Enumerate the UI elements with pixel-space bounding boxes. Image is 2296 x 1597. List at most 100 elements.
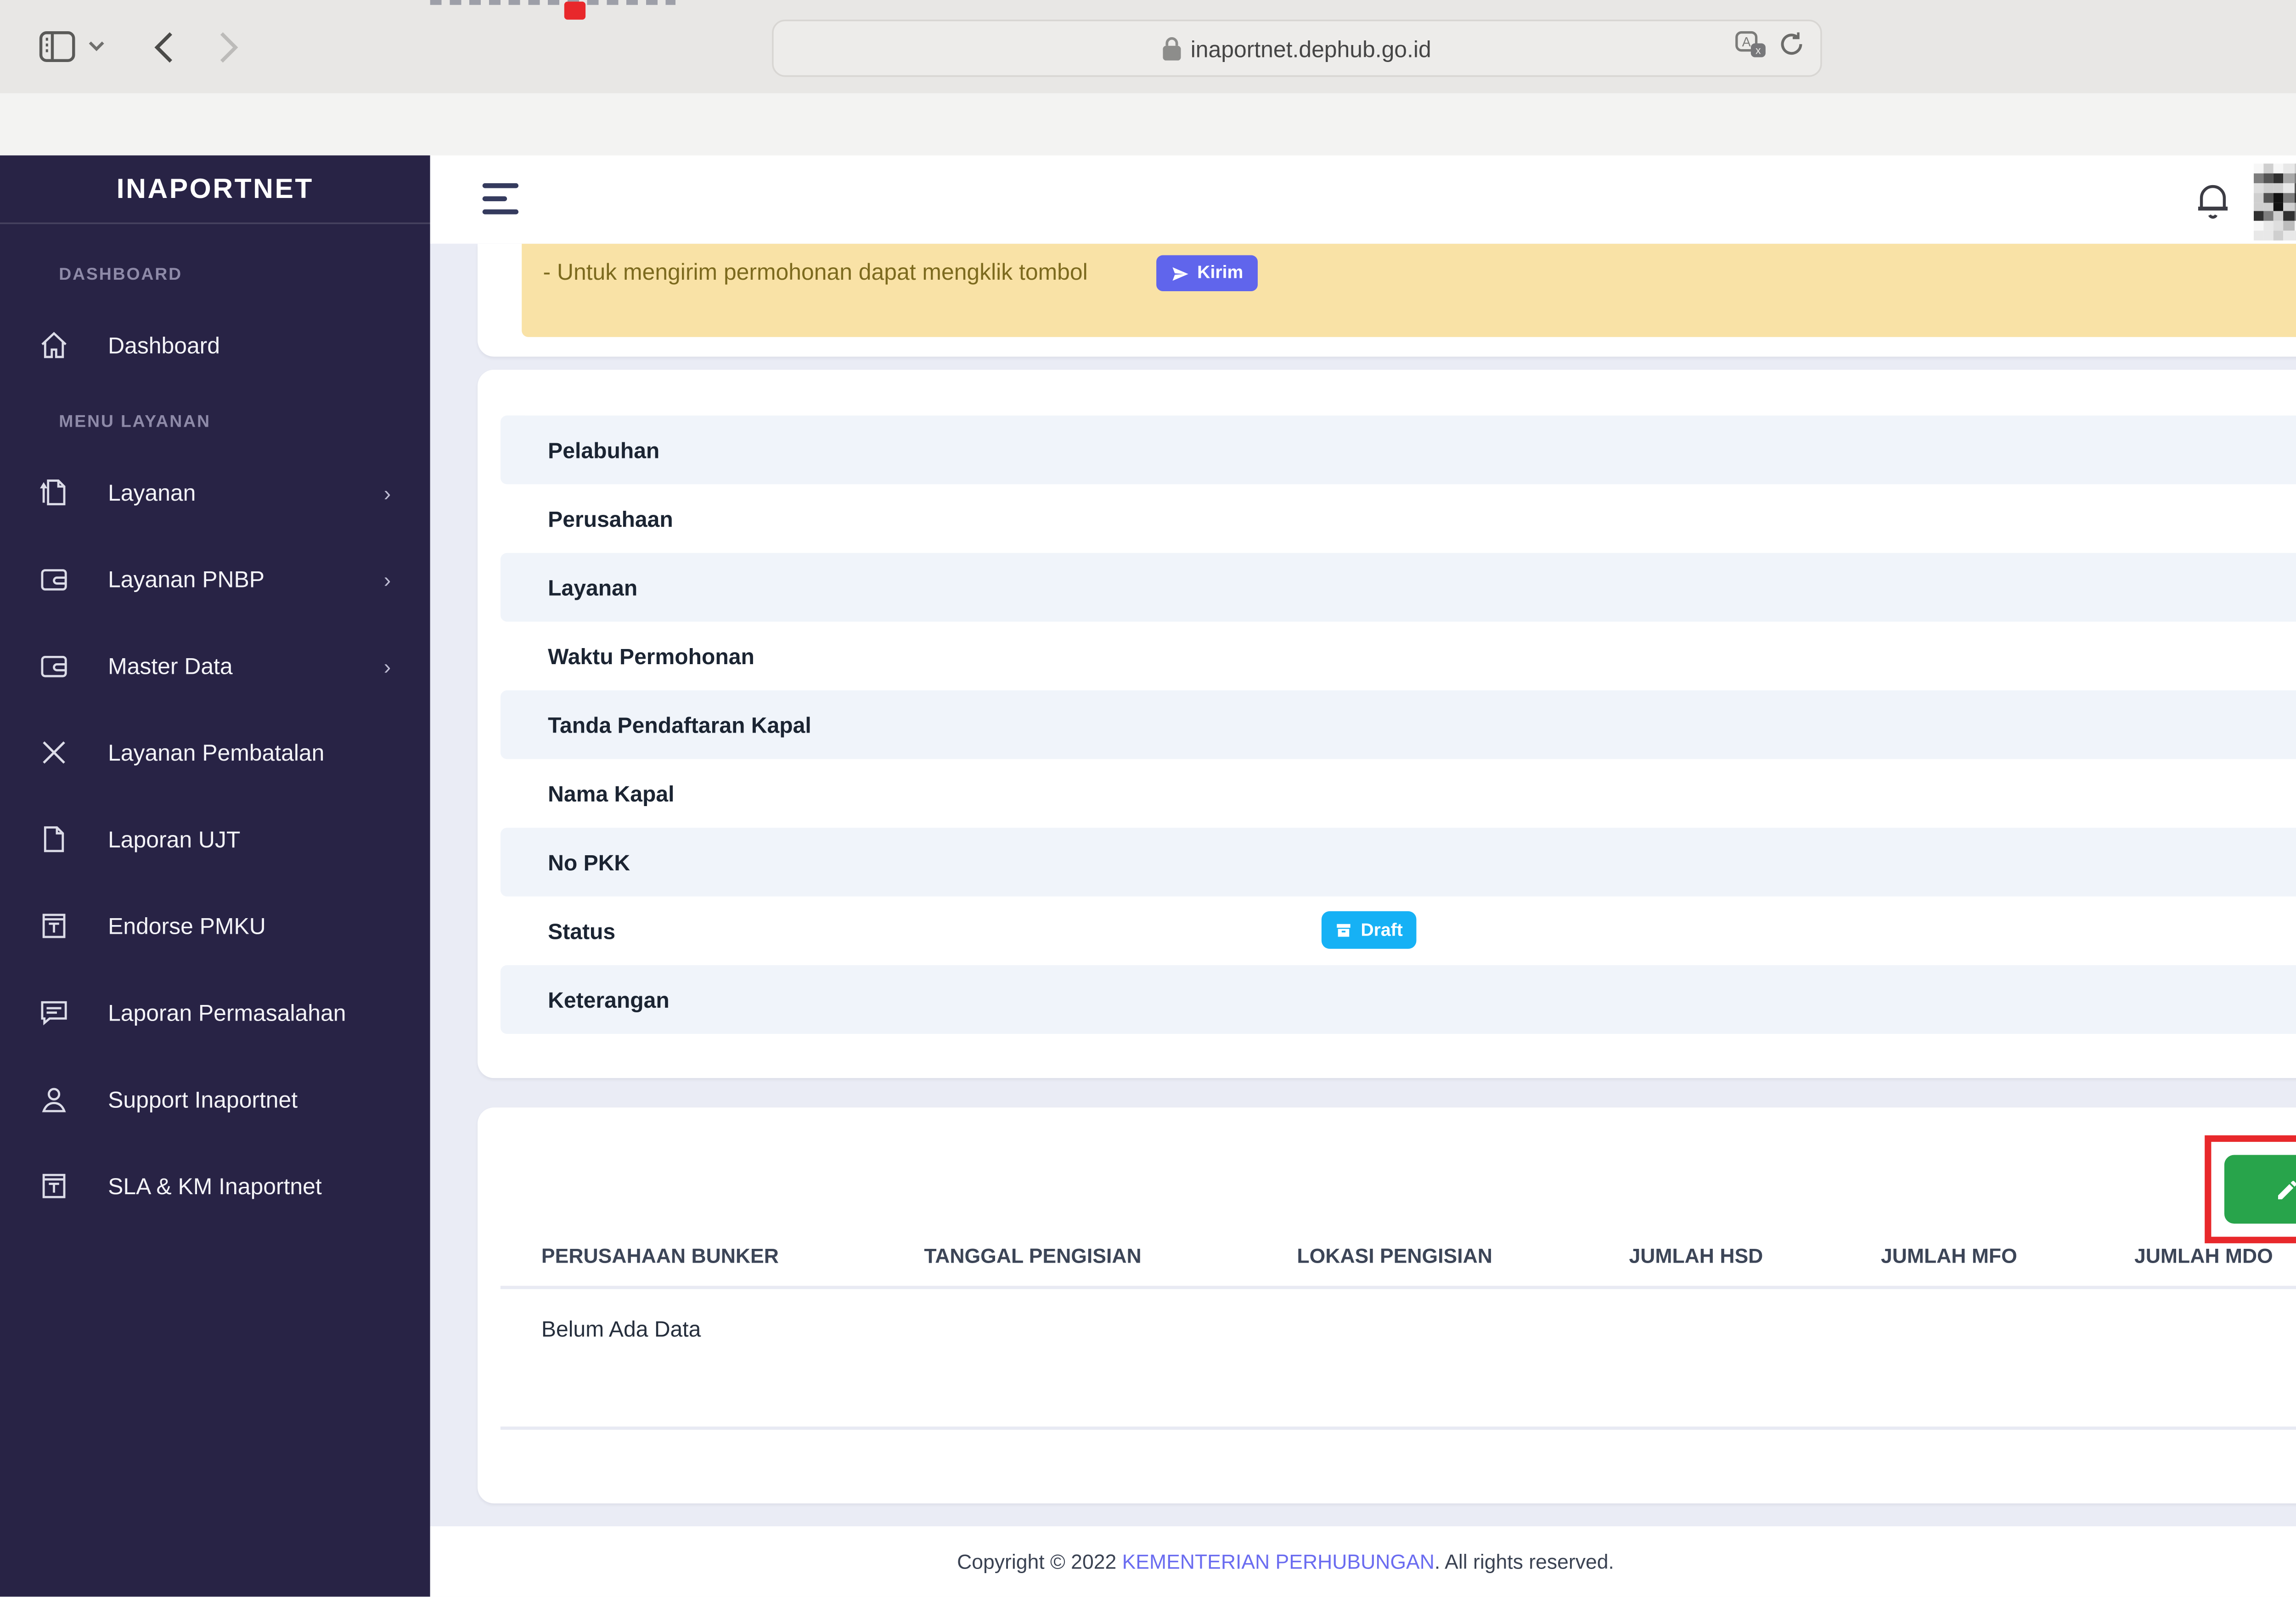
detail-row-nama-kapal: Nama Kapal	[501, 759, 2296, 828]
status-badge-label: Draft	[1361, 920, 1403, 940]
kirim-button-label: Kirim	[1197, 263, 1244, 283]
detail-label: Perusahaan	[548, 506, 673, 531]
pencil-icon	[2277, 1180, 2296, 1199]
detail-row-no-pkk: No PKK	[500, 828, 2296, 897]
lock-icon	[1163, 37, 1181, 61]
sidebar-toggle-chevron[interactable]	[87, 36, 107, 56]
detail-row-status: Status Draft	[501, 897, 2296, 965]
url-text: inaportnet.dephub.go.id	[1190, 35, 1431, 62]
detail-label: Pelabuhan	[548, 437, 660, 463]
sidebar-item-label: Layanan Pembatalan	[108, 739, 325, 766]
table-divider	[500, 1426, 2296, 1429]
svg-text:A: A	[1742, 34, 1751, 49]
sidebar-toggle-button[interactable]	[36, 24, 79, 67]
sidebar-item-label: Laporan Permasalahan	[108, 999, 346, 1026]
paper-plane-icon	[1172, 266, 1188, 280]
sidebar-item-label: Dashboard	[108, 332, 220, 359]
detail-row-layanan: Layanan	[500, 553, 2296, 622]
sidebar-item-layanan-pnbp[interactable]: Layanan PNBP ›	[17, 547, 414, 612]
sidebar-item-sla-km-inaportnet[interactable]: SLA & KM Inaportnet	[17, 1153, 414, 1219]
status-badge: Draft	[1321, 911, 1416, 949]
menu-toggle-button[interactable]	[482, 183, 519, 216]
detail-label: Status	[548, 918, 616, 943]
sidebar-item-label: Master Data	[108, 653, 233, 679]
info-alert: - Untuk mengirim permohonan dapat mengkl…	[522, 243, 2296, 337]
detail-row-waktu-permohonan: Waktu Permohonan	[501, 621, 2296, 690]
alert-text: - Untuk mengirim permohonan dapat mengkl…	[543, 258, 1088, 285]
svg-text:x: x	[1756, 44, 1761, 56]
doc-pencil-icon	[39, 478, 68, 507]
translate-icon[interactable]: A x	[1735, 30, 1767, 66]
notice-card: - Untuk mengirim permohonan dapat mengkl…	[478, 243, 2296, 357]
home-icon	[39, 330, 68, 360]
user-icon	[39, 1084, 68, 1114]
sidebar-item-dashboard[interactable]: Dashboard	[17, 312, 414, 378]
file-icon	[39, 824, 68, 854]
sidebar-item-laporan-ujt[interactable]: Laporan UJT	[17, 807, 414, 872]
bunker-button[interactable]: BUNKER	[2224, 1155, 2296, 1224]
wallet-icon	[39, 651, 68, 681]
column-header-tanggal-pengisian: TANGGAL PENGISIAN	[924, 1245, 1142, 1268]
address-bar[interactable]: inaportnet.dephub.go.id A x	[772, 19, 1822, 77]
sidebar-item-label: Support Inaportnet	[108, 1086, 298, 1112]
sidebar-item-label: Layanan	[108, 479, 196, 506]
page-header	[430, 155, 2296, 244]
chevron-down-icon	[89, 40, 104, 51]
sidebar-item-label: Endorse PMKU	[108, 913, 266, 939]
bell-icon	[2198, 185, 2228, 219]
page-footer: Copyright © 2022 KEMENTERIAN PERHUBUNGAN…	[430, 1526, 2296, 1597]
archive-box-icon	[1337, 924, 1351, 937]
chevron-right-icon: ›	[383, 567, 391, 592]
forward-chevron-icon	[220, 32, 238, 63]
reload-icon[interactable]	[1779, 31, 1804, 66]
sidebar-item-master-data[interactable]: Master Data ›	[17, 633, 414, 698]
chevron-right-icon: ›	[383, 653, 391, 678]
detail-label: Layanan	[548, 575, 638, 600]
detail-label: Tanda Pendaftaran Kapal	[548, 712, 811, 737]
app-logo: INAPORTNET	[116, 172, 314, 204]
clipped-window-title-fragment	[430, 0, 675, 5]
column-header-perusahaan-bunker: PERUSAHAAN BUNKER	[541, 1245, 779, 1268]
sidebar-item-support-inaportnet[interactable]: Support Inaportnet	[17, 1067, 414, 1132]
detail-label: Waktu Permohonan	[548, 643, 754, 668]
main-content: - Untuk mengirim permohonan dapat mengkl…	[430, 243, 2296, 1527]
close-icon	[39, 738, 68, 767]
sidebar-section-label: MENU LAYANAN	[59, 412, 211, 432]
sidebar-section-label: DASHBOARD	[59, 265, 182, 285]
kementerian-link[interactable]: KEMENTERIAN PERHUBUNGAN	[1122, 1550, 1435, 1573]
sidebar-item-label: SLA & KM Inaportnet	[108, 1173, 322, 1199]
box-icon	[39, 911, 68, 941]
sidebar-item-layanan[interactable]: Layanan ›	[17, 460, 414, 525]
wallet-icon	[39, 564, 68, 594]
sidebar-item-label: Layanan PNBP	[108, 566, 265, 593]
empty-table-text: Belum Ada Data	[541, 1317, 701, 1342]
detail-label: Keterangan	[548, 987, 670, 1012]
column-header-jumlah-mdo: JUMLAH MDO	[2134, 1245, 2273, 1268]
notifications-button[interactable]	[2196, 181, 2229, 220]
forward-button[interactable]	[213, 28, 245, 67]
sidebar-item-label: Laporan UJT	[108, 826, 241, 852]
chat-icon	[39, 998, 68, 1027]
detail-label: Nama Kapal	[548, 781, 675, 806]
redacted-username-mosaic	[2254, 164, 2296, 241]
back-button[interactable]	[147, 28, 180, 67]
sidebar-toggle-icon	[39, 30, 75, 62]
sidebar-item-laporan-permasalahan[interactable]: Laporan Permasalahan	[17, 980, 414, 1045]
column-header-lokasi-pengisian: LOKASI PENGISIAN	[1297, 1245, 1492, 1268]
sidebar-item-endorse-pmku[interactable]: Endorse PMKU	[17, 893, 414, 959]
window-strip	[0, 93, 2296, 156]
back-chevron-icon	[154, 32, 172, 63]
column-header-jumlah-hsd: JUMLAH HSD	[1629, 1245, 1763, 1268]
sidebar-item-layanan-pembatalan[interactable]: Layanan Pembatalan	[17, 720, 414, 785]
detail-card: Pelabuhan Perusahaan Layanan Waktu Permohon…	[478, 369, 2296, 1078]
recording-indicator-fragment	[564, 1, 586, 20]
kirim-button[interactable]: Kirim	[1156, 255, 1258, 291]
detail-row-pelabuhan: Pelabuhan	[500, 415, 2296, 485]
column-header-jumlah-mfo: JUMLAH MFO	[1880, 1245, 2017, 1268]
detail-row-tanda-pendaftaran-kapal: Tanda Pendaftaran Kapal	[500, 690, 2296, 759]
chevron-right-icon: ›	[383, 480, 391, 505]
sidebar-divider	[0, 222, 430, 224]
detail-row-keterangan: Keterangan	[500, 965, 2296, 1034]
box-icon	[39, 1171, 68, 1201]
bunker-card: BUNKER PERUSAHAAN BUNKER TANGGAL PENGISIA…	[478, 1107, 2296, 1504]
